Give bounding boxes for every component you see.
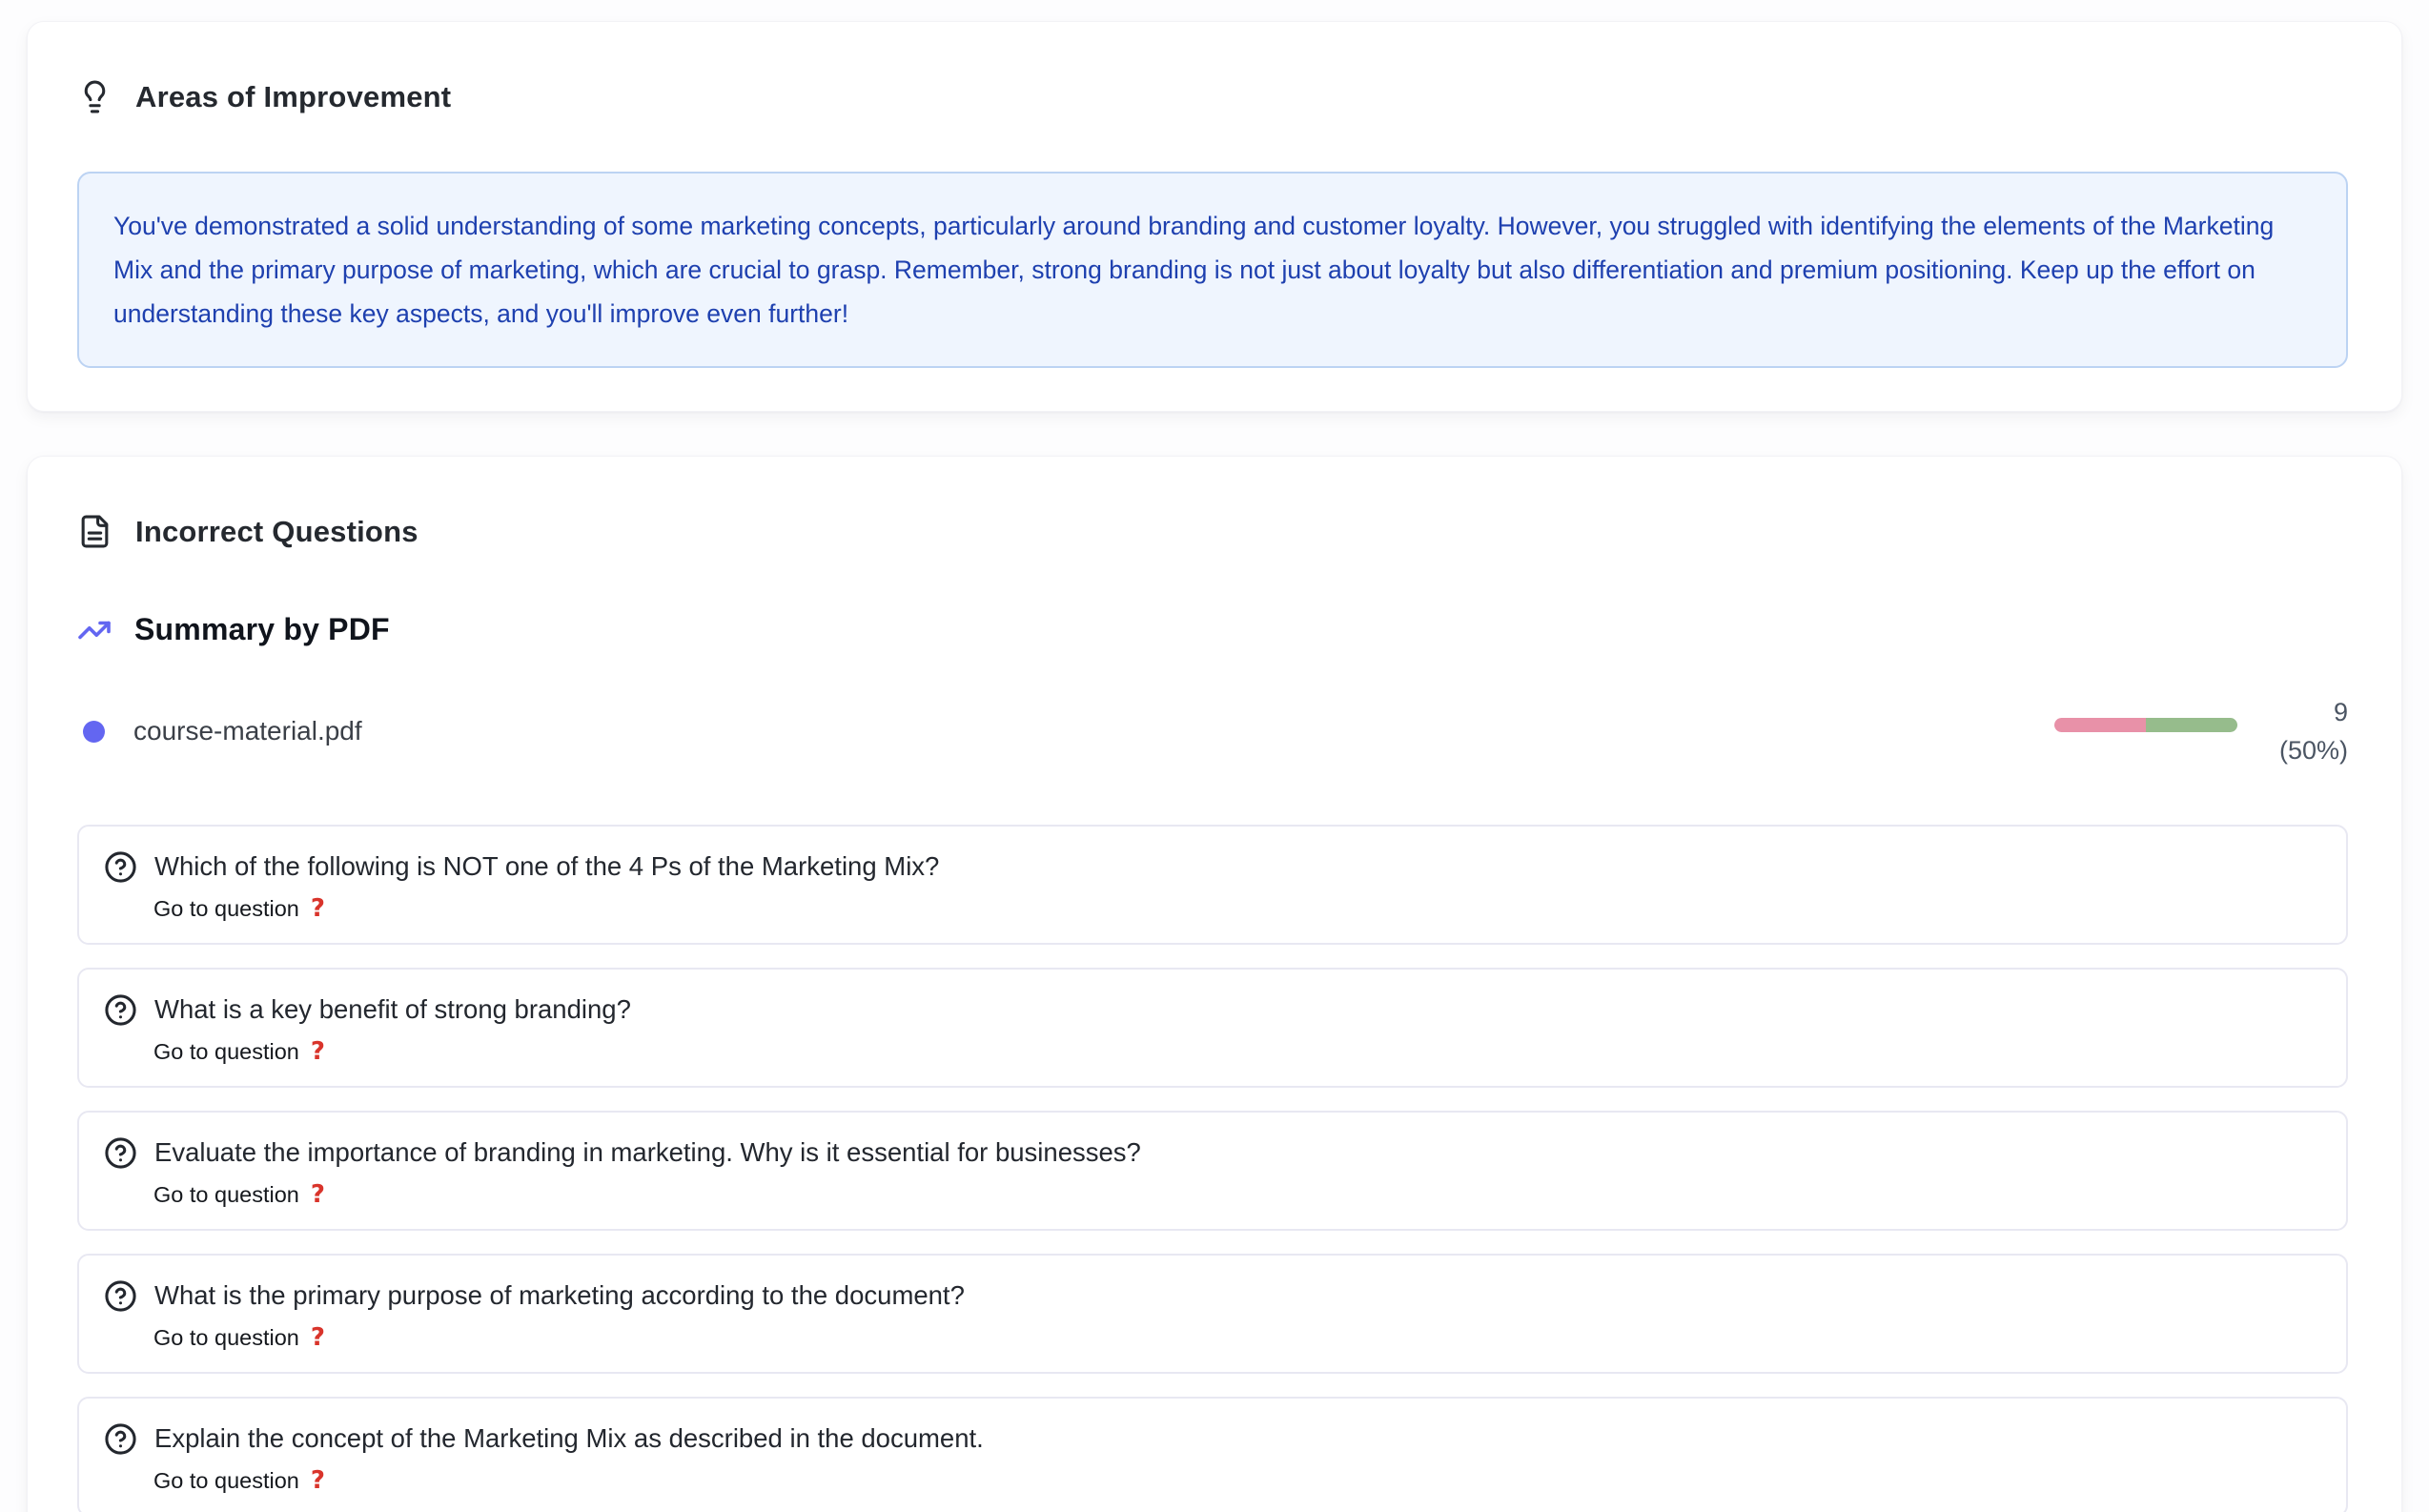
pdf-incorrect-percent: (50%): [2279, 736, 2348, 765]
question-card: Which of the following is NOT one of the…: [77, 825, 2348, 945]
summary-by-pdf-header: Summary by PDF: [77, 612, 2348, 647]
bar-incorrect: [2054, 718, 2146, 732]
pdf-bullet-dot: [83, 721, 105, 743]
page-title: Areas of Improvement: [135, 80, 451, 114]
question-card: Evaluate the importance of branding in m…: [77, 1111, 2348, 1231]
help-circle-icon: [104, 1136, 137, 1170]
question-text: What is the primary purpose of marketing…: [154, 1277, 965, 1315]
go-to-question-link[interactable]: Go to question ?: [153, 1322, 325, 1353]
question-text: Which of the following is NOT one of the…: [154, 848, 939, 886]
go-to-question-link[interactable]: Go to question ?: [153, 1179, 325, 1210]
pdf-name: course-material.pdf: [133, 716, 362, 746]
lightbulb-icon: [77, 79, 112, 114]
question-text: Explain the concept of the Marketing Mix…: [154, 1420, 984, 1458]
file-text-icon: [77, 514, 112, 549]
go-to-question-label: Go to question: [153, 1465, 299, 1496]
page: Areas of Improvement You've demonstrated…: [0, 21, 2429, 1512]
go-to-question-link[interactable]: Go to question ?: [153, 1036, 325, 1067]
question-text: Evaluate the importance of branding in m…: [154, 1134, 1141, 1172]
bar-correct: [2146, 718, 2237, 732]
question-row: Which of the following is NOT one of the…: [104, 848, 2321, 886]
pdf-incorrect-count: 9: [2334, 698, 2348, 726]
trending-up-icon: [77, 613, 112, 647]
pdf-score-text: 9 (50%): [2268, 693, 2348, 769]
question-list: Which of the following is NOT one of the…: [77, 825, 2348, 1512]
incorrect-questions-title: Incorrect Questions: [135, 515, 418, 549]
question-card: What is a key benefit of strong branding…: [77, 968, 2348, 1088]
help-circle-icon: [104, 993, 137, 1027]
go-to-question-link[interactable]: Go to question ?: [153, 893, 325, 924]
pdf-summary-row: course-material.pdf 9 (50%): [77, 693, 2348, 769]
question-text: What is a key benefit of strong branding…: [154, 991, 631, 1029]
feedback-text: You've demonstrated a solid understandin…: [113, 204, 2312, 336]
go-to-question-label: Go to question: [153, 1322, 299, 1353]
red-question-mark-icon: ?: [311, 1179, 325, 1210]
question-row: Explain the concept of the Marketing Mix…: [104, 1420, 2321, 1458]
question-row: What is the primary purpose of marketing…: [104, 1277, 2321, 1315]
feedback-box: You've demonstrated a solid understandin…: [77, 172, 2348, 368]
go-to-question-label: Go to question: [153, 893, 299, 924]
question-row: What is a key benefit of strong branding…: [104, 991, 2321, 1029]
incorrect-questions-header: Incorrect Questions: [77, 514, 2348, 549]
pdf-score-progress-bar: [2054, 718, 2237, 732]
red-question-mark-icon: ?: [311, 1322, 325, 1353]
question-row: Evaluate the importance of branding in m…: [104, 1134, 2321, 1172]
help-circle-icon: [104, 850, 137, 884]
areas-of-improvement-header: Areas of Improvement: [77, 79, 2348, 114]
go-to-question-label: Go to question: [153, 1036, 299, 1067]
question-card: Explain the concept of the Marketing Mix…: [77, 1397, 2348, 1512]
go-to-question-label: Go to question: [153, 1179, 299, 1210]
areas-of-improvement-card: Areas of Improvement You've demonstrated…: [27, 21, 2402, 412]
help-circle-icon: [104, 1422, 137, 1456]
incorrect-questions-card: Incorrect Questions Summary by PDF cours…: [27, 456, 2402, 1512]
red-question-mark-icon: ?: [311, 893, 325, 924]
red-question-mark-icon: ?: [311, 1036, 325, 1067]
go-to-question-link[interactable]: Go to question ?: [153, 1465, 325, 1496]
question-card: What is the primary purpose of marketing…: [77, 1254, 2348, 1374]
red-question-mark-icon: ?: [311, 1465, 325, 1496]
help-circle-icon: [104, 1279, 137, 1313]
summary-by-pdf-title: Summary by PDF: [134, 612, 390, 647]
